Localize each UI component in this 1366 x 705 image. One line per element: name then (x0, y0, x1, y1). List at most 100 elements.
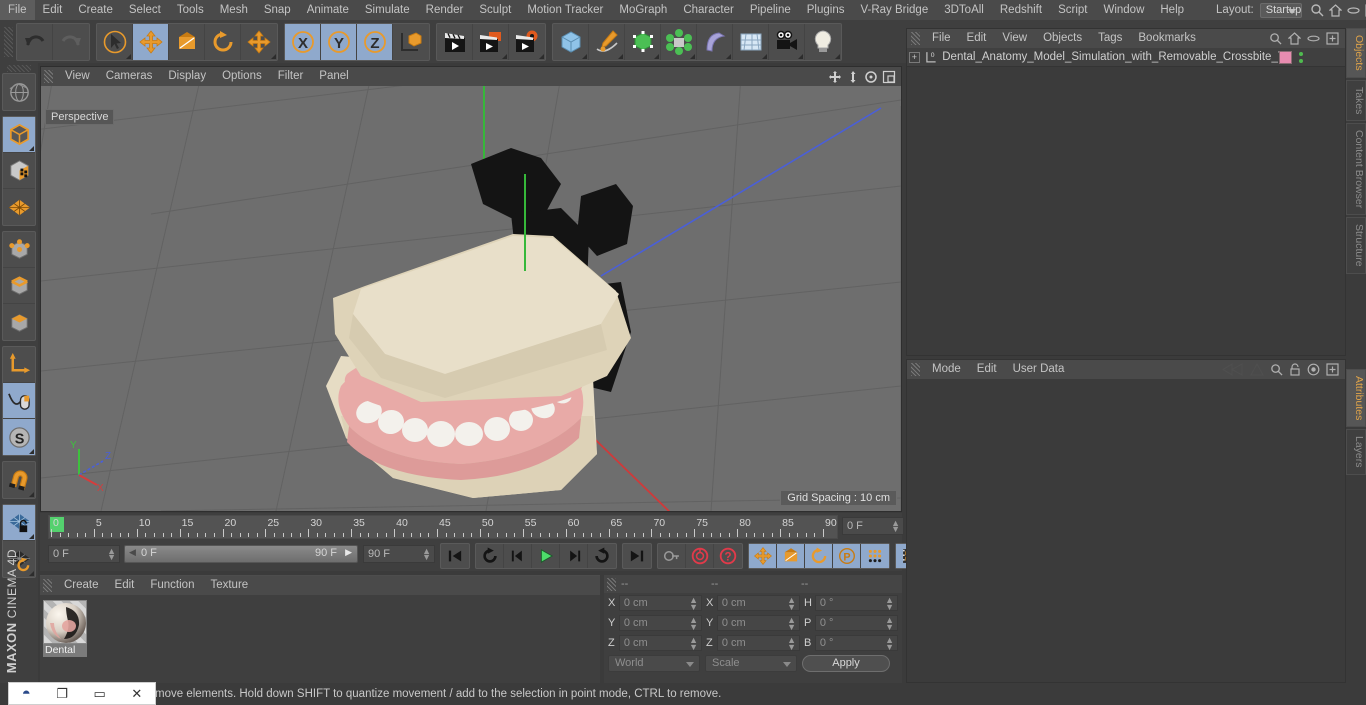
stepper-icon[interactable]: ▲ ▼ (787, 636, 796, 652)
rotate-tool[interactable] (205, 23, 241, 60)
menu-item-mesh[interactable]: Mesh (212, 0, 256, 20)
popup-corner-icon[interactable] (29, 146, 34, 151)
stepper-icon[interactable]: ▲ ▼ (787, 596, 796, 612)
popup-corner-icon[interactable] (618, 53, 623, 59)
attribute-menu-mode[interactable]: Mode (924, 360, 969, 379)
stepper-icon[interactable]: ▲ ▼ (689, 636, 698, 652)
popup-corner-icon[interactable] (539, 53, 544, 59)
stepper-icon[interactable]: ▲ ▼ (107, 547, 116, 562)
plus-box-icon[interactable] (1326, 32, 1339, 45)
menu-item-file[interactable]: File (0, 0, 35, 20)
status-dots-icon[interactable] (1299, 51, 1304, 63)
home-icon[interactable] (1288, 32, 1301, 45)
menu-item-3dtoall[interactable]: 3DToAll (936, 0, 992, 20)
menu-item-select[interactable]: Select (121, 0, 169, 20)
history-back-icon[interactable] (1222, 363, 1244, 376)
rotate-view-icon[interactable] (864, 70, 878, 84)
material-menu-texture[interactable]: Texture (202, 576, 256, 595)
size-y-field[interactable]: 0 cm ▲ ▼ (716, 615, 800, 632)
attribute-menu-user-data[interactable]: User Data (1005, 360, 1073, 379)
ellipse-icon[interactable] (1307, 32, 1320, 45)
end-frame-field[interactable]: 90 F ▲ ▼ (363, 545, 435, 563)
range-right-arrow-icon[interactable]: ▶ (345, 547, 352, 558)
minimize-window-button[interactable]: ▭ (94, 686, 106, 702)
popup-corner-icon[interactable] (762, 53, 767, 59)
undo-view-button[interactable] (3, 74, 35, 110)
timeline-ruler[interactable]: 0 5 10 15 20 25 30 35 40 45 50 55 60 65 70 75 80 85 90 (48, 515, 838, 539)
object-tree[interactable]: + 0 Dental_Anatomy_Model_Simulation_with… (907, 48, 1345, 355)
move-tool[interactable] (133, 23, 169, 60)
search-icon[interactable] (1310, 3, 1324, 17)
material-tag[interactable] (1279, 50, 1293, 64)
object-menu-view[interactable]: View (994, 29, 1035, 48)
menu-item-edit[interactable]: Edit (35, 0, 71, 20)
attribute-menu-edit[interactable]: Edit (969, 360, 1005, 379)
play-button[interactable] (532, 544, 560, 568)
menu-item-sculpt[interactable]: Sculpt (471, 0, 519, 20)
material-menu-create[interactable]: Create (56, 576, 107, 595)
home-icon[interactable] (1329, 3, 1343, 17)
make-editable-button[interactable] (3, 117, 35, 153)
transform-mode-dropdown[interactable]: Scale (705, 655, 797, 672)
material-list[interactable]: Dental (40, 595, 600, 657)
stepper-icon[interactable]: ▲ ▼ (689, 596, 698, 612)
target-icon[interactable] (1307, 363, 1320, 376)
stepper-icon[interactable]: ▲ ▼ (787, 616, 796, 632)
history-forward-icon[interactable] (1250, 363, 1264, 376)
search-icon[interactable] (1269, 32, 1282, 45)
attribute-manager-grip[interactable] (911, 363, 920, 376)
plus-box-icon[interactable] (1326, 363, 1339, 376)
size-z-field[interactable]: 0 cm ▲ ▼ (716, 635, 800, 652)
timeline-frame-field-right[interactable]: 0 F ▲ ▼ (842, 517, 904, 535)
object-menu-edit[interactable]: Edit (959, 29, 995, 48)
menu-item-window[interactable]: Window (1095, 0, 1152, 20)
menu-item-redshift[interactable]: Redshift (992, 0, 1050, 20)
polygons-mode-button[interactable] (3, 304, 35, 340)
menu-item-pipeline[interactable]: Pipeline (742, 0, 799, 20)
popup-corner-icon[interactable] (798, 53, 803, 59)
object-row[interactable]: + 0 Dental_Anatomy_Model_Simulation_with… (907, 48, 1345, 67)
c4d-app-icon[interactable]: ◓ (22, 685, 31, 702)
toolbar-grip[interactable] (4, 26, 13, 57)
layout-dropdown[interactable]: Startup (1259, 2, 1303, 18)
scale-key-button[interactable] (777, 544, 805, 568)
viewport-menu-view[interactable]: View (57, 67, 98, 86)
left-toolbar-grip[interactable] (7, 65, 31, 72)
edges-mode-button[interactable] (3, 268, 35, 304)
rotation-b-field[interactable]: 0 ° ▲ ▼ (814, 635, 898, 652)
coordinate-system-dropdown[interactable]: World (608, 655, 700, 672)
material-menu-edit[interactable]: Edit (107, 576, 143, 595)
position-x-field[interactable]: 0 cm ▲ ▼ (618, 595, 702, 612)
menu-item-motion-tracker[interactable]: Motion Tracker (519, 0, 611, 20)
menu-item-render[interactable]: Render (418, 0, 472, 20)
go-to-end-button[interactable] (623, 544, 651, 568)
stepper-icon[interactable]: ▲ ▼ (885, 596, 894, 612)
object-menu-objects[interactable]: Objects (1035, 29, 1090, 48)
render-settings-button[interactable] (509, 24, 545, 60)
texture-mode-button[interactable] (3, 189, 35, 225)
keyframe-selection-button[interactable]: ? (714, 544, 742, 568)
step-back-button[interactable] (504, 544, 532, 568)
preview-range-slider[interactable]: ◀ 0 F 90 F ▶ (124, 545, 358, 563)
popup-corner-icon[interactable] (271, 53, 276, 59)
y-axis-lock[interactable]: Y (321, 23, 357, 60)
viewport-menu-display[interactable]: Display (160, 67, 214, 86)
search-icon[interactable] (1270, 363, 1283, 376)
position-key-button[interactable] (749, 544, 777, 568)
model-mode-button[interactable] (3, 153, 35, 189)
stepper-icon[interactable]: ▲ ▼ (689, 616, 698, 632)
menu-item-plugins[interactable]: Plugins (799, 0, 853, 20)
popup-corner-icon[interactable] (835, 53, 840, 59)
maximize-view-icon[interactable] (882, 70, 896, 84)
menu-item-mograph[interactable]: MoGraph (611, 0, 675, 20)
ellipse-icon[interactable] (1347, 4, 1360, 17)
stepper-icon[interactable]: ▲ ▼ (885, 616, 894, 632)
viewport-menu-options[interactable]: Options (214, 67, 270, 86)
record-active-objects-button[interactable] (658, 544, 686, 568)
menu-item-simulate[interactable]: Simulate (357, 0, 418, 20)
material-item[interactable]: Dental (43, 600, 89, 657)
material-preview-sphere[interactable] (43, 600, 87, 644)
coordinates-grip[interactable] (607, 577, 616, 591)
undo-button[interactable] (17, 23, 53, 60)
object-manager-grip[interactable] (911, 32, 920, 45)
